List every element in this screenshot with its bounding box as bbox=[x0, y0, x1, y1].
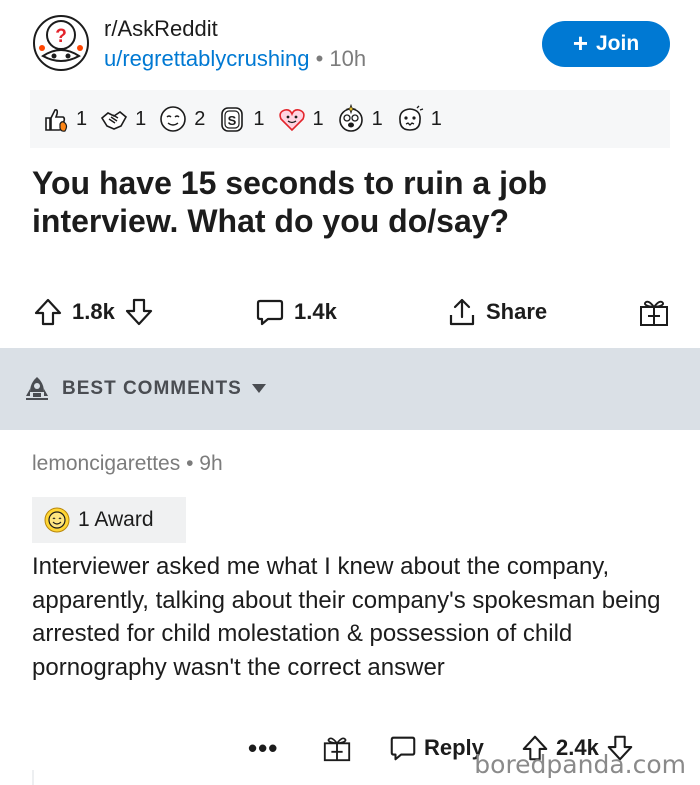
gift-icon bbox=[640, 300, 668, 326]
award-item[interactable]: 1 bbox=[99, 104, 146, 134]
watermark: boredpanda.com bbox=[474, 750, 686, 779]
award-item[interactable]: S 1 bbox=[217, 104, 265, 134]
award-item[interactable]: 2 bbox=[158, 104, 205, 134]
comment-icon bbox=[256, 299, 284, 326]
meta-separator: • bbox=[186, 452, 194, 475]
more-options-button[interactable]: ••• bbox=[248, 726, 278, 770]
join-button[interactable]: + Join bbox=[542, 21, 670, 67]
upvote-icon[interactable] bbox=[32, 296, 64, 328]
meta-separator: • bbox=[315, 46, 324, 71]
heart-face-award-icon bbox=[278, 109, 305, 132]
thumbs-up-fire-award-icon bbox=[45, 109, 68, 132]
sun-award-icon bbox=[44, 507, 70, 533]
silver-coin-award-icon: S bbox=[221, 107, 244, 132]
comment-time: 9h bbox=[199, 452, 223, 475]
comments-button[interactable]: 1.4k bbox=[254, 288, 337, 336]
award-label: 1 Award bbox=[78, 508, 154, 531]
comment-award-badge[interactable]: 1 Award bbox=[32, 497, 186, 543]
gift-icon bbox=[323, 737, 351, 762]
comment-author[interactable]: lemoncigarettes bbox=[32, 452, 180, 475]
awards-bar[interactable]: 1 1 2 S 1 1 1 1 bbox=[30, 90, 670, 148]
award-item[interactable]: 1 bbox=[40, 104, 87, 134]
award-item[interactable]: 1 bbox=[395, 104, 442, 134]
post-title[interactable]: You have 15 seconds to ruin a job interv… bbox=[32, 164, 672, 240]
handshake-award-icon bbox=[101, 111, 128, 130]
award-count: 1 bbox=[76, 107, 88, 130]
subreddit-avatar-icon[interactable]: ? bbox=[32, 14, 90, 72]
comment-sort-bar[interactable]: BEST COMMENTS bbox=[0, 348, 700, 430]
thread-line bbox=[32, 770, 34, 785]
award-count: 1 bbox=[135, 107, 147, 130]
vote-group: 1.8k bbox=[32, 288, 155, 336]
award-count: 1 bbox=[430, 107, 442, 130]
post-actions: 1.8k 1.4k Share bbox=[0, 288, 700, 336]
award-item[interactable]: 1 bbox=[277, 104, 324, 134]
award-item[interactable]: 1 bbox=[336, 104, 383, 134]
award-button[interactable] bbox=[638, 288, 670, 336]
comment-count: 1.4k bbox=[294, 299, 337, 324]
share-label: Share bbox=[486, 299, 548, 324]
comment-award-button[interactable] bbox=[322, 726, 352, 770]
post-header: ? r/AskReddit u/regrettablycrushing • 10… bbox=[0, 0, 700, 90]
award-count: 1 bbox=[312, 107, 324, 130]
rocket-icon bbox=[26, 377, 48, 400]
post-score: 1.8k bbox=[72, 299, 115, 324]
confused-face-award-icon bbox=[398, 105, 423, 131]
post-time: 10h bbox=[329, 46, 367, 71]
post-author[interactable]: u/regrettablycrushing bbox=[104, 46, 309, 71]
award-count: 1 bbox=[371, 107, 383, 130]
post-meta: u/regrettablycrushing • 10h bbox=[104, 46, 366, 72]
face-award-icon bbox=[160, 106, 187, 132]
award-count: 2 bbox=[194, 107, 206, 130]
sort-label: BEST COMMENTS bbox=[62, 378, 242, 399]
chevron-down-icon bbox=[251, 384, 266, 393]
reply-button[interactable]: Reply bbox=[388, 726, 484, 770]
reply-icon bbox=[390, 736, 416, 761]
more-options-icon: ••• bbox=[248, 732, 279, 763]
downvote-icon[interactable] bbox=[123, 296, 155, 328]
svg-text:?: ? bbox=[55, 26, 67, 47]
comment: lemoncigarettes • 9h 1 Award Interviewer… bbox=[0, 430, 700, 785]
share-button[interactable]: Share bbox=[446, 288, 547, 336]
join-label: Join bbox=[596, 32, 640, 55]
svg-text:S: S bbox=[228, 113, 237, 128]
share-icon bbox=[449, 298, 475, 326]
comment-meta: lemoncigarettes • 9h bbox=[32, 452, 223, 476]
award-count: 1 bbox=[253, 107, 265, 130]
subreddit-name[interactable]: r/AskReddit bbox=[104, 16, 218, 42]
sparkle-face-award-icon bbox=[338, 104, 363, 132]
comment-body: Interviewer asked me what I knew about t… bbox=[32, 553, 661, 681]
plus-icon: + bbox=[572, 28, 588, 58]
